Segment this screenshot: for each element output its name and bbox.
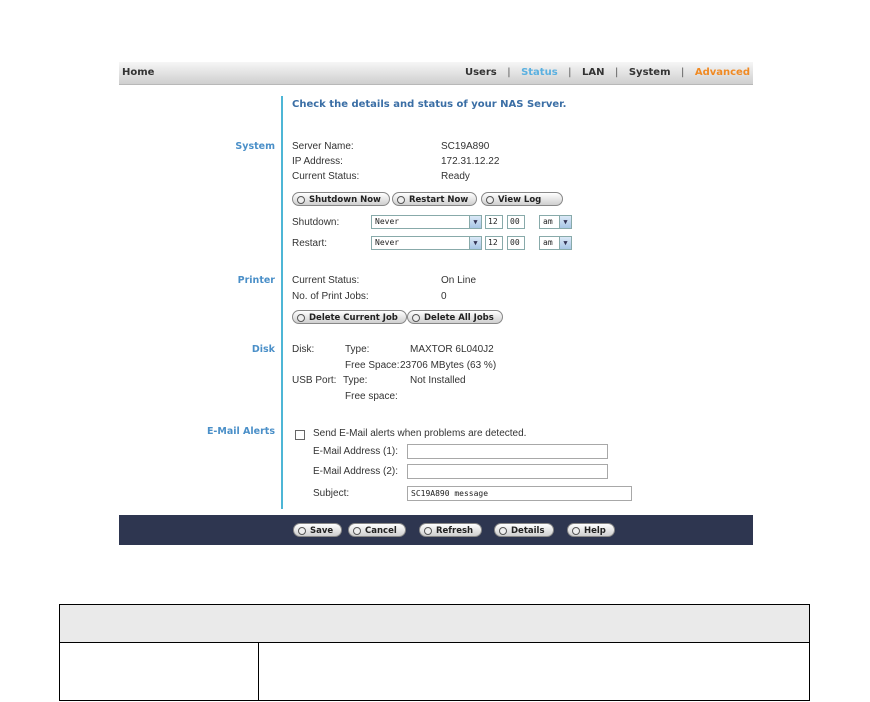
email-address-1-label: E-Mail Address (1):	[313, 446, 399, 457]
nav-separator: |	[507, 67, 511, 78]
refresh-button[interactable]: Refresh	[419, 523, 483, 537]
subject-label: Subject:	[313, 488, 350, 499]
email-address-2-input[interactable]	[407, 464, 608, 479]
help-button[interactable]: Help	[567, 523, 615, 537]
system-status-label: Current Status:	[292, 171, 360, 182]
nas-status-panel: Home Users | Status | LAN | System | Adv…	[119, 62, 753, 545]
shutdown-mode-value: Never	[375, 217, 400, 226]
system-status-value: Ready	[441, 171, 470, 182]
delete-all-jobs-button[interactable]: Delete All Jobs	[407, 310, 503, 324]
disk-free-label: Free Space:	[345, 360, 400, 371]
chevron-down-icon: ▼	[559, 237, 571, 249]
description-table	[59, 604, 810, 701]
restart-hour-field[interactable]: 12	[485, 236, 503, 250]
usb-type-value: Not Installed	[410, 375, 466, 386]
printer-status-label: Current Status:	[292, 275, 360, 286]
shutdown-now-button[interactable]: Shutdown Now	[292, 192, 390, 206]
home-link[interactable]: Home	[122, 67, 154, 78]
shutdown-ampm-value: am	[543, 217, 553, 226]
disk-label: Disk:	[292, 344, 315, 355]
email-address-1-input[interactable]	[407, 444, 608, 459]
restart-mode-value: Never	[375, 238, 400, 247]
nav-separator: |	[614, 67, 619, 78]
ip-address-value: 172.31.12.22	[441, 156, 500, 167]
server-name-value: SC19A890	[441, 141, 490, 152]
shutdown-hour-field[interactable]: 12	[485, 215, 503, 229]
section-printer: Printer	[237, 275, 275, 286]
view-log-button[interactable]: View Log	[481, 192, 563, 206]
chevron-down-icon: ▼	[469, 216, 481, 228]
page-intro: Check the details and status of your NAS…	[292, 99, 567, 110]
email-alerts-checkbox[interactable]	[295, 430, 305, 440]
table-cell-left	[60, 643, 259, 700]
section-disk: Disk	[251, 344, 275, 355]
nav-lan[interactable]: LAN	[582, 67, 604, 78]
table-header-row	[60, 605, 809, 643]
restart-ampm-value: am	[543, 238, 553, 247]
restart-ampm-select[interactable]: am ▼	[539, 236, 572, 250]
section-email-alerts: E-Mail Alerts	[206, 426, 275, 437]
disk-type-value: MAXTOR 6L040J2	[410, 344, 494, 355]
save-button[interactable]: Save	[293, 523, 343, 537]
subject-input[interactable]	[407, 486, 632, 501]
main-nav: Users | Status | LAN | System | Advanced	[465, 67, 750, 78]
delete-current-job-button[interactable]: Delete Current Job	[292, 310, 407, 324]
print-jobs-label: No. of Print Jobs:	[292, 291, 369, 302]
printer-status-value: On Line	[441, 275, 477, 286]
nav-system[interactable]: System	[629, 67, 671, 78]
shutdown-ampm-select[interactable]: am ▼	[539, 215, 572, 229]
section-system: System	[235, 141, 275, 152]
disk-type-label: Type:	[345, 344, 370, 355]
ip-address-label: IP Address:	[292, 156, 343, 167]
restart-label: Restart:	[292, 238, 328, 249]
email-alerts-checkbox-label: Send E-Mail alerts when problems are det…	[313, 428, 527, 439]
restart-minute-field[interactable]: 00	[507, 236, 525, 250]
chevron-down-icon: ▼	[559, 216, 571, 228]
chevron-down-icon: ▼	[469, 237, 481, 249]
shutdown-label: Shutdown:	[292, 217, 340, 228]
footer-action-bar: Save Cancel Refresh Details Help	[119, 515, 753, 545]
nav-status[interactable]: Status	[521, 67, 558, 78]
email-address-2-label: E-Mail Address (2):	[313, 466, 399, 477]
shutdown-minute-field[interactable]: 00	[507, 215, 525, 229]
nav-separator: |	[568, 67, 572, 78]
restart-mode-select[interactable]: Never ▼	[371, 236, 482, 250]
shutdown-mode-select[interactable]: Never ▼	[371, 215, 482, 229]
server-name-label: Server Name:	[292, 141, 354, 152]
table-cell-right	[259, 643, 809, 700]
section-divider-line	[281, 96, 283, 509]
usb-port-label: USB Port:	[292, 375, 337, 386]
restart-now-button[interactable]: Restart Now	[392, 192, 478, 206]
usb-free-label: Free space:	[345, 391, 398, 402]
nav-advanced[interactable]: Advanced	[695, 67, 750, 78]
usb-type-label: Type:	[343, 375, 368, 386]
nav-users[interactable]: Users	[465, 67, 497, 78]
top-nav-bar: Home Users | Status | LAN | System | Adv…	[119, 62, 753, 85]
details-button[interactable]: Details	[494, 523, 554, 537]
print-jobs-value: 0	[441, 291, 447, 302]
disk-free-value: 23706 MBytes (63 %)	[400, 360, 497, 371]
cancel-button[interactable]: Cancel	[348, 523, 406, 537]
nav-separator: |	[680, 67, 685, 78]
